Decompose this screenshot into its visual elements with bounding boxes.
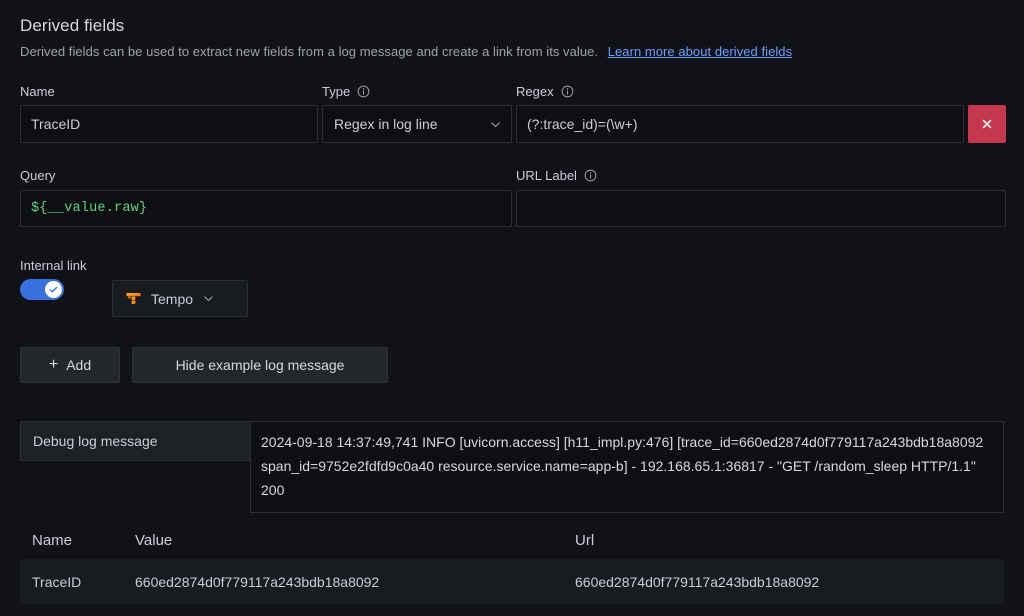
internal-link-label: Internal link xyxy=(20,258,86,273)
info-icon[interactable] xyxy=(561,85,574,98)
internal-link-toggle[interactable] xyxy=(20,279,64,300)
type-label-text: Type xyxy=(322,84,351,99)
chevron-down-icon xyxy=(489,118,502,131)
type-select[interactable]: Regex in log line xyxy=(322,105,512,143)
query-label-text: Query xyxy=(20,168,56,183)
derived-field-preview-table: Name Value Url TraceID 660ed2874d0f77911… xyxy=(20,521,1004,604)
cell-value: 660ed2874d0f779117a243bdb18a8092 xyxy=(135,573,380,590)
column-header-url: Url xyxy=(575,531,595,549)
query-input[interactable] xyxy=(20,190,512,227)
info-icon[interactable] xyxy=(584,169,597,182)
column-header-name: Name xyxy=(32,531,73,549)
query-field-label: Query xyxy=(20,168,55,183)
regex-label-text: Regex xyxy=(516,84,554,99)
internal-link-label-text: Internal link xyxy=(20,258,87,273)
add-derived-field-button[interactable]: + Add xyxy=(20,347,120,383)
datasource-picker[interactable]: Tempo xyxy=(112,280,248,317)
page-title: Derived fields xyxy=(20,16,125,35)
regex-input[interactable] xyxy=(516,105,964,143)
debug-log-message-row: Debug log message xyxy=(20,421,1004,513)
name-label-text: Name xyxy=(20,84,55,99)
name-field-label: Name xyxy=(20,84,55,99)
url-label-input[interactable] xyxy=(516,190,1006,227)
debug-log-message-textarea[interactable] xyxy=(250,421,1004,513)
name-input[interactable] xyxy=(20,105,318,143)
plus-icon: + xyxy=(48,356,59,373)
tempo-logo-icon xyxy=(126,292,141,305)
type-field-label: Type xyxy=(322,84,370,99)
url-label-field-label: URL Label xyxy=(516,168,597,183)
column-header-value: Value xyxy=(135,531,173,549)
debug-log-message-label: Debug log message xyxy=(20,421,250,461)
cell-url: 660ed2874d0f779117a243bdb18a8092 xyxy=(575,573,820,590)
table-row: TraceID 660ed2874d0f779117a243bdb18a8092… xyxy=(20,559,1004,604)
cell-name: TraceID xyxy=(32,573,82,590)
toggle-knob xyxy=(45,281,62,298)
derived-fields-panel: Derived fields Derived fields can be use… xyxy=(0,0,1024,616)
type-select-value: Regex in log line xyxy=(334,116,438,132)
url-label-text: URL Label xyxy=(516,168,577,183)
delete-derived-field-button[interactable] xyxy=(968,105,1006,143)
table-header-row: Name Value Url xyxy=(20,521,1004,559)
chevron-down-icon xyxy=(202,292,215,305)
toggle-example-log-label: Hide example log message xyxy=(175,357,345,373)
add-button-label: Add xyxy=(66,357,92,373)
datasource-name: Tempo xyxy=(151,290,194,307)
info-icon[interactable] xyxy=(357,85,370,98)
learn-more-link[interactable]: Learn more about derived fields xyxy=(608,44,792,59)
section-description: Derived fields can be used to extract ne… xyxy=(20,44,792,59)
section-description-text: Derived fields can be used to extract ne… xyxy=(20,44,599,59)
toggle-example-log-button[interactable]: Hide example log message xyxy=(132,347,388,383)
regex-field-label: Regex xyxy=(516,84,574,99)
